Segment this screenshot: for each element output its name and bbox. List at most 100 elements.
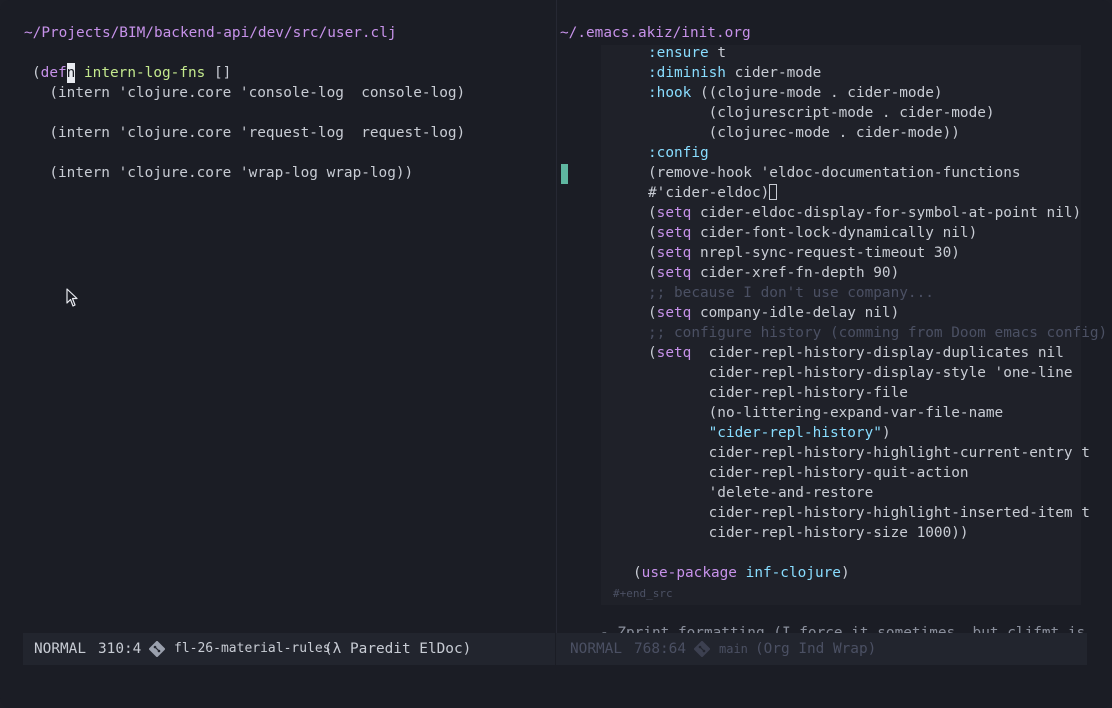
code-text: cider-repl-history-size 1000)) (648, 525, 969, 541)
code-line[interactable]: (clojurescript-mode . cider-mode) (648, 103, 995, 123)
code-line[interactable]: (intern 'clojure.core 'console-log conso… (32, 83, 465, 103)
use-package-keyword: use-package (641, 565, 737, 581)
arg-vector: [] (205, 65, 232, 81)
code-line[interactable]: cider-repl-history-highlight-current-ent… (648, 443, 1090, 463)
cursor-position: 310:4 (98, 641, 142, 657)
code-line[interactable]: :config (648, 143, 709, 163)
code-text: cider-eldoc-display-for-symbol-at-point … (691, 205, 1082, 221)
evil-state: NORMAL (570, 641, 622, 657)
string-literal: "cider-repl-history" (648, 425, 882, 441)
code-text: cider-repl-history-quit-action (648, 465, 969, 481)
use-package-keyword: :config (648, 145, 709, 161)
code-line[interactable]: (defn intern-log-fns [] (32, 63, 231, 83)
code-line[interactable]: cider-repl-history-size 1000)) (648, 523, 969, 543)
paren: ( (648, 225, 657, 241)
code-line[interactable]: (setq cider-repl-history-display-duplica… (648, 343, 1064, 363)
git-gutter-marker (561, 164, 568, 184)
code-line[interactable]: (setq cider-font-lock-dynamically nil) (648, 223, 977, 243)
code-line[interactable]: (setq nrepl-sync-request-timeout 30) (648, 243, 960, 263)
code-text: cider-repl-history-display-duplicates ni… (691, 345, 1064, 361)
code-line[interactable]: 'delete-and-restore (648, 483, 874, 503)
code-text: cider-xref-fn-depth 90) (691, 265, 900, 281)
code-line[interactable]: cider-repl-history-quit-action (648, 463, 969, 483)
use-package-keyword: :diminish (648, 65, 726, 81)
setq-keyword: setq (656, 225, 692, 241)
function-name: intern-log-fns (84, 65, 206, 81)
code-text: (clojurec-mode . cider-mode)) (648, 125, 960, 141)
code-text: cider-repl-history-highlight-current-ent… (648, 445, 1090, 461)
paren: ( (648, 245, 657, 261)
paren: ( (648, 345, 657, 361)
defn-keyword: def (40, 65, 67, 81)
git-branch-icon (149, 641, 165, 657)
code-text: nrepl-sync-request-timeout 30) (691, 245, 960, 261)
setq-keyword: setq (656, 265, 692, 281)
code-line[interactable]: ;; because I don't use company... (648, 283, 934, 303)
cursor-position: 768:64 (634, 641, 686, 657)
code-line[interactable]: cider-repl-history-display-style 'one-li… (648, 363, 1073, 383)
code-line[interactable]: (setq cider-xref-fn-depth 90) (648, 263, 899, 283)
right-file-path: ~/.emacs.akiz/init.org (560, 25, 751, 41)
code-text: t (708, 45, 726, 61)
text-cursor (769, 184, 778, 200)
evil-state: NORMAL (34, 641, 86, 657)
git-branch-icon (694, 641, 710, 657)
paren: ( (648, 205, 657, 221)
setq-keyword: setq (656, 305, 692, 321)
git-branch-name[interactable]: main (719, 633, 748, 665)
code-line[interactable]: (setq cider-eldoc-display-for-symbol-at-… (648, 203, 1081, 223)
code-line[interactable]: cider-repl-history-file (648, 383, 908, 403)
code-text: ((clojure-mode . cider-mode) (691, 85, 943, 101)
right-modeline: NORMAL 768:64 main (Org Ind Wrap) (556, 633, 1087, 665)
git-branch-name[interactable]: fl-26-material-rules (174, 633, 331, 665)
code-line[interactable]: (no-littering-expand-var-file-name (648, 403, 1004, 423)
package-name: inf-clojure (745, 565, 841, 581)
end-src-marker: #+end_src (613, 587, 673, 600)
code-line[interactable]: (intern 'clojure.core 'wrap-log wrap-log… (32, 163, 413, 183)
code-text: cider-repl-history-file (648, 385, 908, 401)
code-text: cider-font-lock-dynamically nil) (691, 225, 978, 241)
code-text: cider-mode (725, 65, 822, 81)
setq-keyword: setq (656, 345, 692, 361)
paren: ( (648, 305, 657, 321)
setq-keyword: setq (656, 205, 692, 221)
code-comment: ;; because I don't use company... (648, 285, 934, 301)
code-text: company-idle-delay nil) (691, 305, 900, 321)
paren: ( (648, 265, 657, 281)
left-file-path: ~/Projects/BIM/backend-api/dev/src/user.… (24, 25, 397, 41)
code-text: cider-repl-history-highlight-inserted-it… (648, 505, 1090, 521)
minor-modes[interactable]: (Org Ind Wrap) (755, 633, 876, 665)
left-editor-pane[interactable]: ~/Projects/BIM/backend-api/dev/src/user.… (0, 0, 555, 665)
code-comment: ;; configure history (comming from Doom … (648, 325, 1108, 341)
paren: ) (840, 565, 850, 581)
code-line[interactable]: (intern 'clojure.core 'request-log reque… (32, 123, 465, 143)
code-line[interactable]: :ensure t (648, 43, 726, 63)
code-line[interactable]: :hook ((clojure-mode . cider-mode) (648, 83, 943, 103)
left-modeline: NORMAL 310:4 fl-26-material-rules (λ Par… (23, 633, 555, 665)
code-line[interactable]: ;; configure history (comming from Doom … (648, 323, 1107, 343)
code-line[interactable]: (setq company-idle-delay nil) (648, 303, 899, 323)
paren: ) (881, 425, 891, 441)
code-line[interactable]: "cider-repl-history") (648, 423, 891, 443)
code-text: #'cider-eldoc) (648, 185, 770, 201)
text-cursor: n (66, 63, 76, 83)
code-text: cider-repl-history-display-style 'one-li… (648, 365, 1073, 381)
code-line[interactable]: :diminish cider-mode (648, 63, 821, 83)
code-text: 'delete-and-restore (648, 485, 874, 501)
mouse-pointer-icon (66, 288, 78, 307)
use-package-keyword: :hook (648, 85, 692, 101)
code-text: (no-littering-expand-var-file-name (648, 405, 1004, 421)
code-line[interactable]: (use-package inf-clojure) (633, 563, 850, 583)
paren: ( (633, 565, 642, 581)
right-editor-pane[interactable]: ~/.emacs.akiz/init.org :ensure t:diminis… (555, 0, 1112, 665)
use-package-keyword: :ensure (648, 45, 709, 61)
minor-modes[interactable]: (λ Paredit ElDoc) (324, 633, 471, 665)
paren: ( (32, 65, 41, 81)
code-line[interactable]: cider-repl-history-highlight-inserted-it… (648, 503, 1090, 523)
code-line[interactable]: #'cider-eldoc) (648, 183, 778, 203)
code-text: (remove-hook 'eldoc-documentation-functi… (648, 165, 1021, 181)
code-line[interactable]: (remove-hook 'eldoc-documentation-functi… (648, 163, 1021, 183)
emacs-window: ~/Projects/BIM/backend-api/dev/src/user.… (0, 0, 1112, 708)
setq-keyword: setq (656, 245, 692, 261)
code-line[interactable]: (clojurec-mode . cider-mode)) (648, 123, 960, 143)
